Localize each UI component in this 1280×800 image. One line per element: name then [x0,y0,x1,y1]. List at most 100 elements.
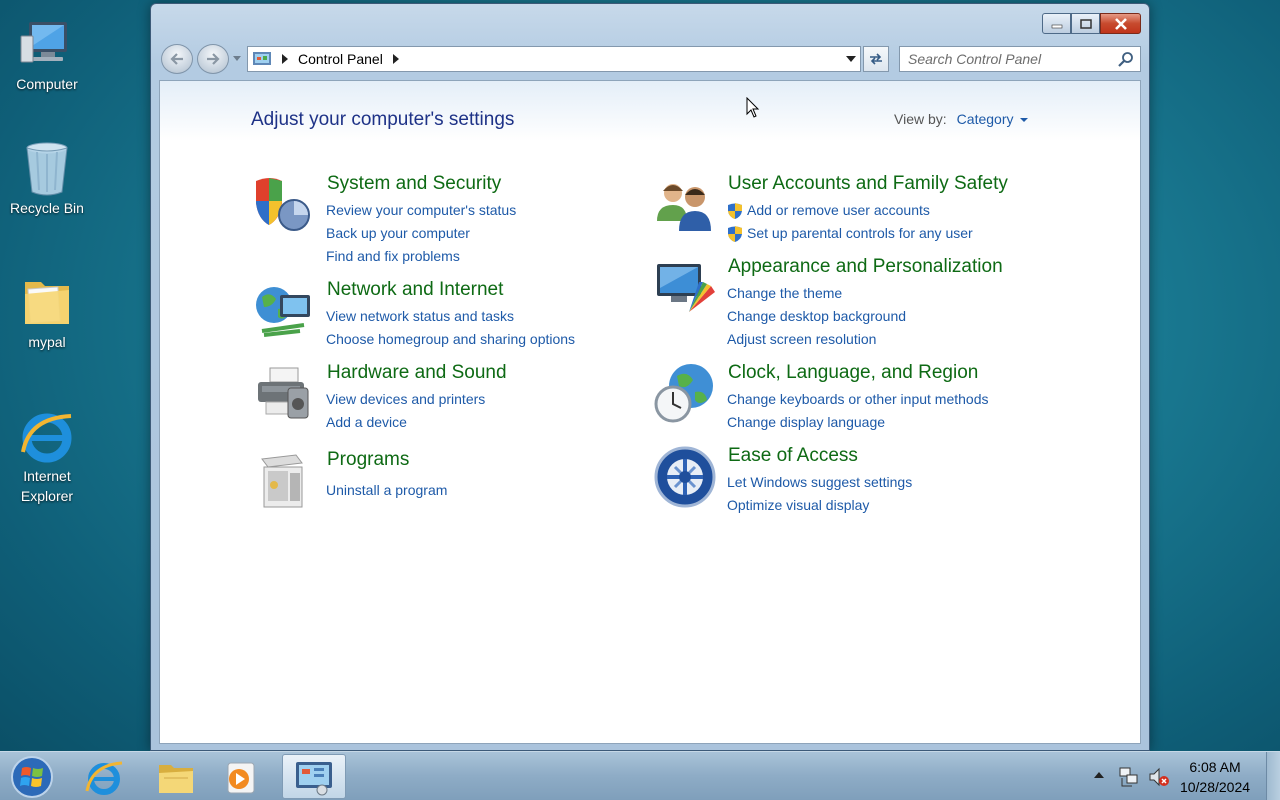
computer-icon [20,22,67,63]
close-button[interactable] [1100,13,1141,34]
view-by: View by: Category [894,111,1029,127]
link-change-keyboards[interactable]: Change keyboards or other input methods [727,388,989,411]
system-security-icon [256,178,310,231]
desktop-icon-computer[interactable]: Computer [2,16,92,94]
link-optimize-visual-display[interactable]: Optimize visual display [727,494,912,517]
taskbar-media-player[interactable] [208,754,272,799]
desktop-icon-label: Computer [16,76,78,92]
close-icon [1114,17,1127,30]
breadcrumb-arrow-icon[interactable] [392,54,399,64]
address-bar[interactable]: Control Panel [247,46,861,72]
desktop-icon-label: mypal [28,334,66,350]
link-screen-resolution[interactable]: Adjust screen resolution [727,328,906,351]
view-by-label: View by: [894,111,947,127]
show-hidden-icons-icon[interactable] [1094,772,1104,778]
link-add-remove-accounts[interactable]: Add or remove user accounts [727,199,973,222]
user-accounts-icon [657,184,711,231]
desktop-icon-recycle-bin[interactable]: Recycle Bin [2,140,92,218]
link-network-status[interactable]: View network status and tasks [326,305,575,328]
search-icon[interactable] [1118,51,1134,67]
category-title[interactable]: Network and Internet [327,279,503,301]
internet-explorer-icon [85,761,123,795]
network-icon[interactable] [1118,766,1140,788]
category-title[interactable]: User Accounts and Family Safety [728,173,1008,195]
link-desktop-background[interactable]: Change desktop background [727,305,906,328]
network-internet-icon [256,287,310,337]
taskbar-internet-explorer[interactable] [72,754,136,799]
clock-time: 6:08 AM [1189,759,1241,775]
address-dropdown-icon[interactable] [846,56,856,62]
appearance-icon [657,264,715,312]
control-panel-icon [296,761,332,795]
clock-date: 10/28/2024 [1179,779,1251,795]
desktop-icon-mypal[interactable]: mypal [2,274,92,352]
folder-icon [25,282,69,324]
restore-icon [1079,18,1092,29]
show-desktop-button[interactable] [1266,752,1280,800]
desktop-icon-label-line2: Explorer [20,488,74,504]
category-title[interactable]: Ease of Access [728,445,858,467]
breadcrumb-control-panel[interactable]: Control Panel [298,51,383,67]
view-by-dropdown[interactable]: Category [957,111,1014,127]
maximize-button[interactable] [1071,13,1100,34]
refresh-icon [870,53,882,65]
forward-arrow-icon [207,53,220,65]
category-title[interactable]: Clock, Language, and Region [728,362,978,384]
start-button[interactable] [10,755,54,799]
taskbar: 6:08 AM 10/28/2024 [0,751,1280,800]
desktop-icon-internet-explorer[interactable]: Internet Explorer [2,408,92,506]
control-panel-content: Adjust your computer's settings View by:… [159,80,1141,744]
page-title: Adjust your computer's settings [251,109,515,130]
control-panel-small-icon [253,52,271,65]
back-arrow-icon [170,53,183,65]
uac-shield-icon [728,225,742,242]
link-find-fix-problems[interactable]: Find and fix problems [326,245,516,268]
link-uninstall-program[interactable]: Uninstall a program [326,479,447,502]
minimize-button[interactable] [1042,13,1071,34]
window-controls [1042,13,1141,34]
windows-logo-icon [11,756,53,798]
link-label: Add or remove user accounts [747,202,930,218]
volume-muted-icon[interactable] [1148,766,1170,788]
mouse-cursor-icon [746,97,760,118]
category-title[interactable]: Hardware and Sound [327,362,507,384]
hardware-sound-icon [258,367,309,419]
media-player-icon [227,762,255,793]
clock[interactable]: 6:08 AM 10/28/2024 [1170,757,1260,797]
navigation-bar: Control Panel Search Control Panel [161,44,1141,74]
link-change-theme[interactable]: Change the theme [727,282,906,305]
control-panel-window: Control Panel Search Control Panel Adjus… [150,3,1150,751]
forward-button[interactable] [197,44,229,74]
breadcrumb-arrow-icon[interactable] [282,54,288,64]
recycle-bin-icon [26,142,68,196]
link-windows-suggest-settings[interactable]: Let Windows suggest settings [727,471,912,494]
link-add-device[interactable]: Add a device [326,411,485,434]
category-title[interactable]: Programs [327,449,409,471]
search-box[interactable]: Search Control Panel [899,46,1141,72]
desktop-icon-label-line1: Internet [23,468,71,484]
clock-language-icon [654,364,713,423]
back-button[interactable] [161,44,193,74]
category-title[interactable]: Appearance and Personalization [728,256,1003,278]
windows-explorer-icon [159,764,193,793]
category-title[interactable]: System and Security [327,173,501,195]
taskbar-control-panel[interactable] [282,754,346,799]
link-parental-controls[interactable]: Set up parental controls for any user [727,222,973,245]
minimize-icon [1051,24,1062,28]
chevron-down-icon[interactable] [1020,117,1029,123]
uac-shield-icon [728,202,742,219]
refresh-button[interactable] [863,46,889,72]
link-homegroup[interactable]: Choose homegroup and sharing options [326,328,575,351]
link-devices-printers[interactable]: View devices and printers [326,388,485,411]
ease-of-access-icon [654,446,716,508]
search-input[interactable]: Search Control Panel [908,51,1041,67]
internet-explorer-icon [21,413,72,463]
taskbar-windows-explorer[interactable] [144,754,208,799]
recent-pages-dropdown-icon[interactable] [233,56,241,62]
programs-icon [261,454,303,508]
desktop-icon-label: Recycle Bin [10,200,84,216]
link-review-status[interactable]: Review your computer's status [326,199,516,222]
link-backup[interactable]: Back up your computer [326,222,516,245]
link-label: Set up parental controls for any user [747,225,973,241]
link-display-language[interactable]: Change display language [727,411,989,434]
